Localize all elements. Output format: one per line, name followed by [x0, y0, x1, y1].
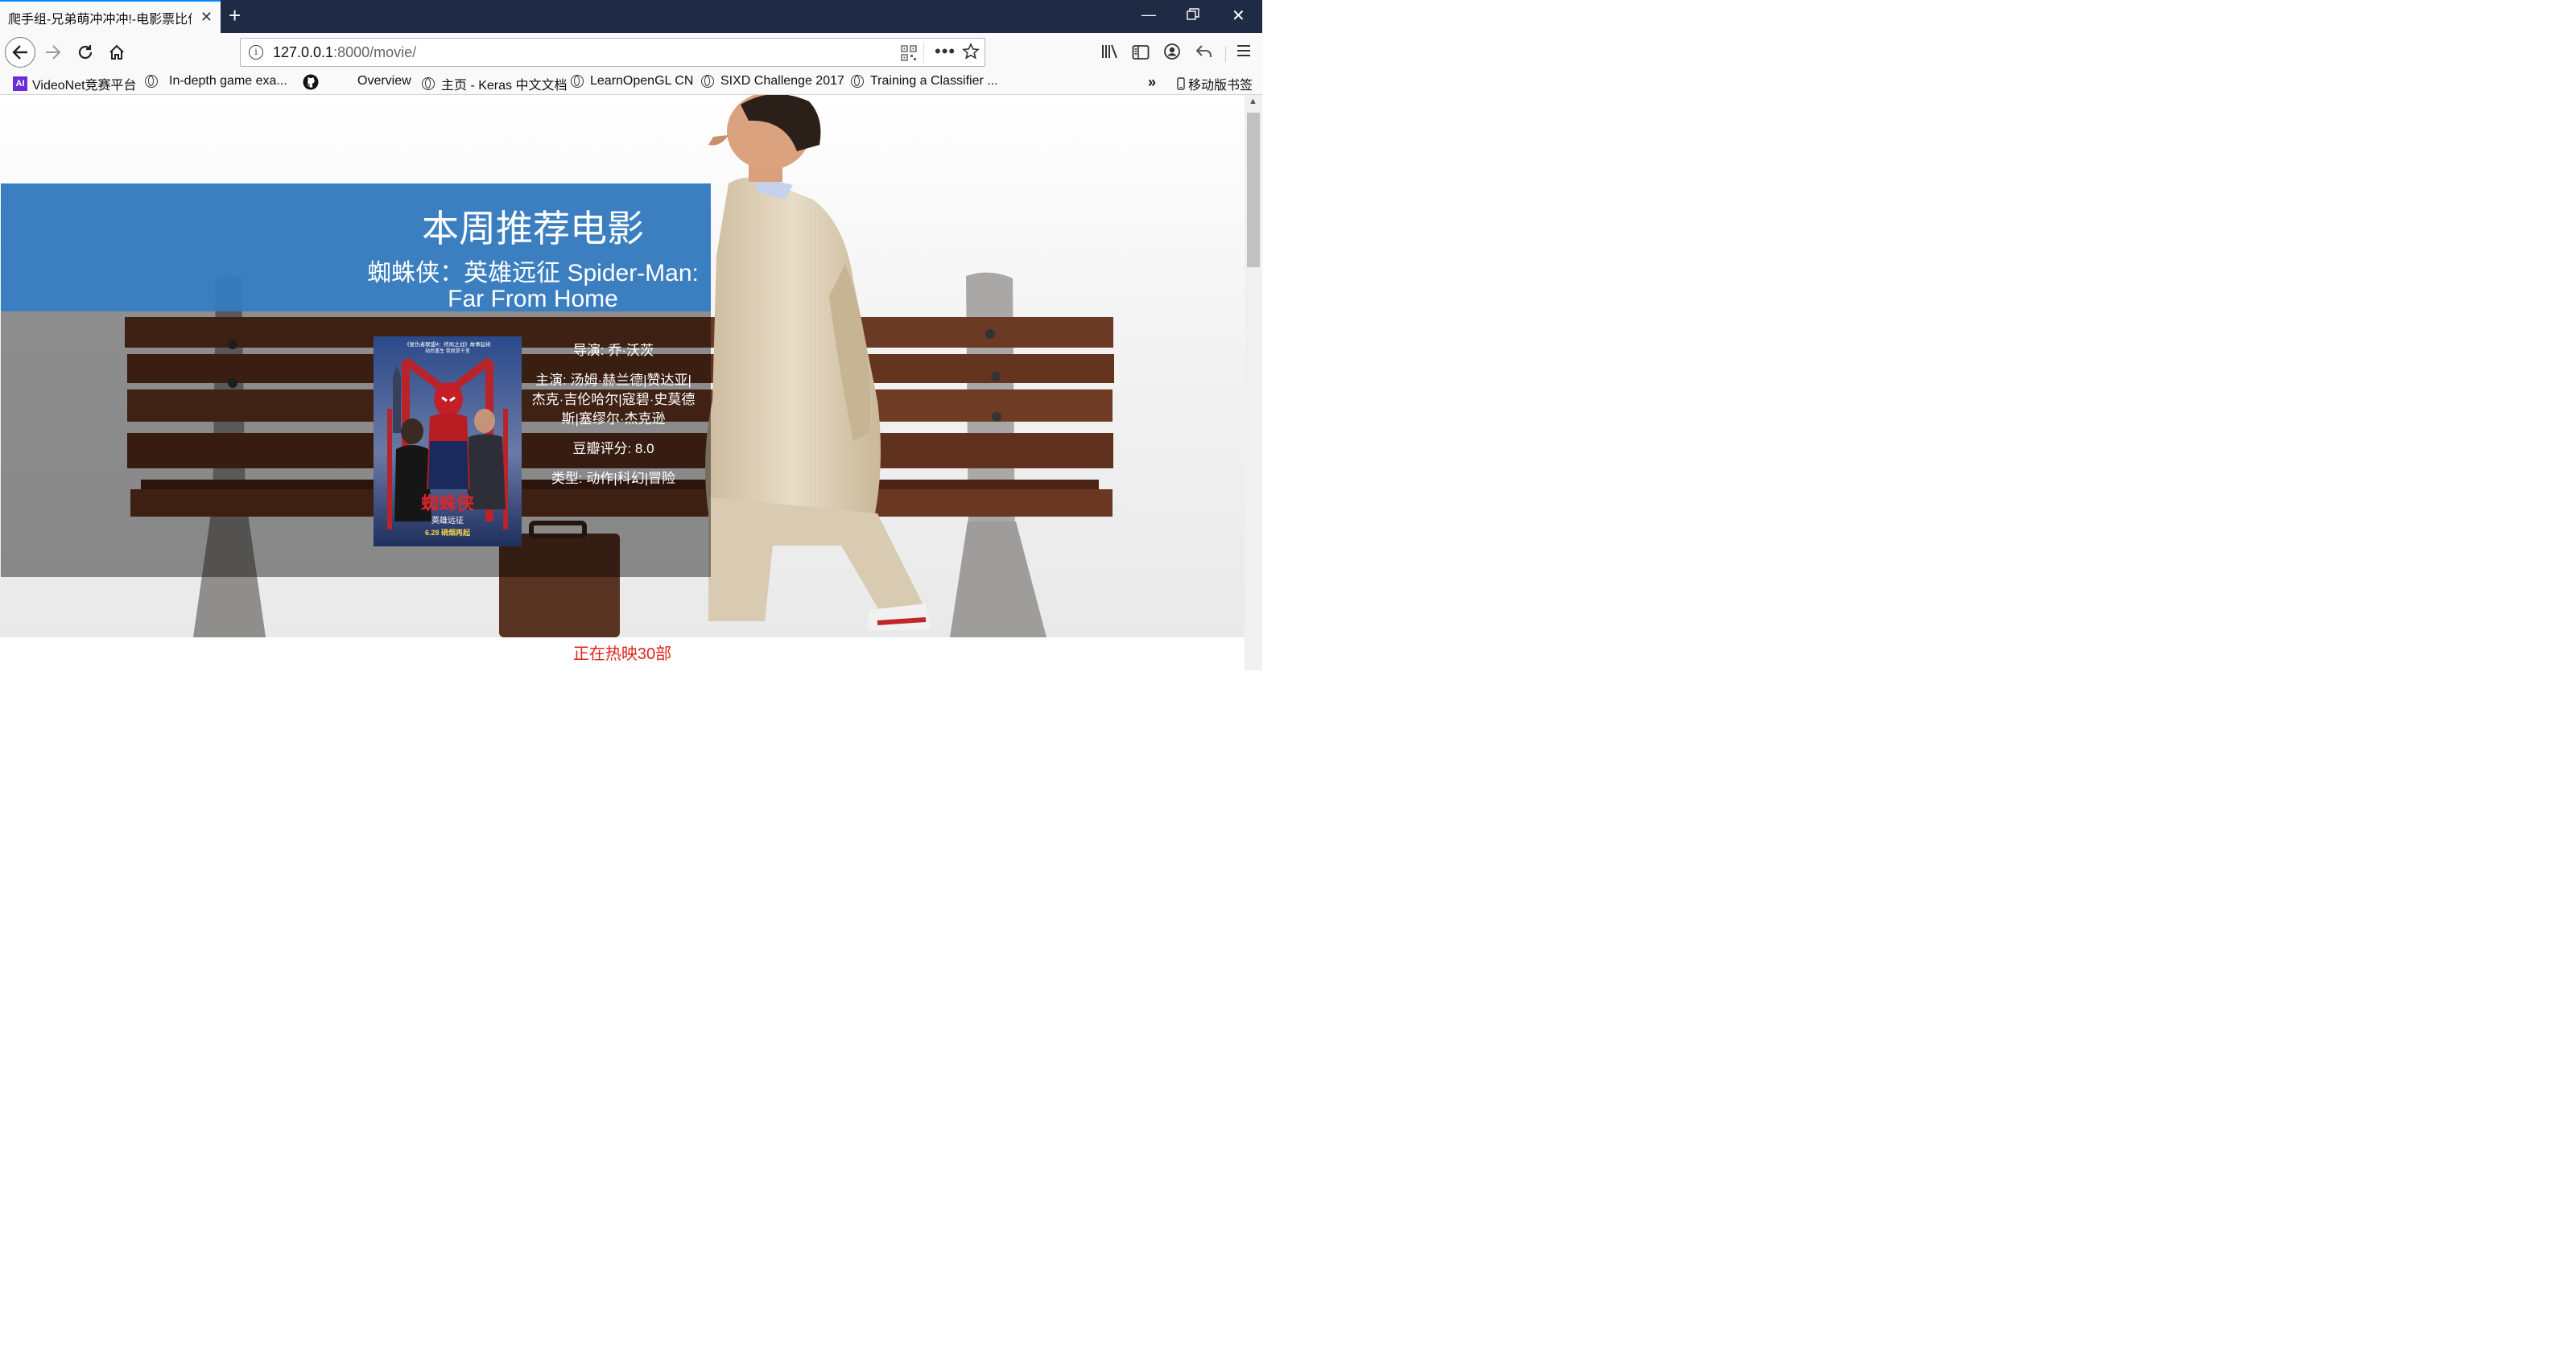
poster-sub-text: 劫后重生 我就是千里	[425, 348, 470, 354]
vertical-scrollbar[interactable]: ▲	[1245, 95, 1262, 670]
bookmarks-toolbar: AI VideoNet竞赛平台 In-depth game exa... Ove…	[0, 72, 1262, 95]
library-icon[interactable]	[1101, 43, 1119, 64]
url-host: 127.0.0.1	[273, 44, 334, 60]
reload-icon	[78, 45, 93, 60]
forward-button[interactable]	[42, 41, 64, 64]
restore-icon[interactable]	[1187, 8, 1199, 25]
globe-icon	[851, 75, 864, 88]
bookmark-label: In-depth game exa...	[169, 74, 287, 88]
back-arrow-icon	[12, 45, 27, 60]
mobile-phone-icon	[1177, 77, 1185, 90]
poster-top-text: 《复仇者联盟4：终局之战》故事延续	[404, 340, 491, 348]
bookmark-label: LearnOpenGL CN	[590, 74, 694, 88]
close-window-icon[interactable]: ✕	[1232, 6, 1245, 26]
globe-icon	[422, 77, 435, 90]
qr-code-icon[interactable]	[901, 45, 917, 65]
new-tab-icon[interactable]: +	[229, 3, 241, 28]
bookmark-label: 主页 - Keras 中文文档	[441, 79, 568, 93]
movie-info: 导演: 乔·沃茨 主演: 汤姆·赫兰德|赞达亚|杰克·吉伦哈尔|寇碧·史莫德斯|…	[531, 341, 696, 499]
ai-logo-icon: AI	[13, 76, 27, 91]
globe-icon	[145, 75, 158, 88]
bookmark-star-icon[interactable]	[962, 43, 980, 64]
github-icon	[303, 74, 319, 90]
tab-active[interactable]: 爬手组-兄弟萌冲冲冲!-电影票比价 ✕	[0, 0, 221, 33]
tab-title: 爬手组-兄弟萌冲冲冲!-电影票比价	[8, 12, 192, 27]
movie-title[interactable]: 蜘蛛侠：英雄远征 Spider-Man: Far From Home	[354, 261, 712, 312]
bookmark-learnopengl[interactable]: LearnOpenGL CN	[571, 74, 693, 89]
undo-icon[interactable]	[1195, 43, 1213, 64]
scroll-up-icon[interactable]: ▲	[1249, 97, 1257, 106]
bookmark-sixd[interactable]: SIXD Challenge 2017	[701, 74, 844, 89]
bookmark-classifier[interactable]: Training a Classifier ...	[851, 74, 998, 89]
navigation-toolbar: i 127.0.0.1:8000/movie/ •••	[0, 33, 1262, 72]
reload-button[interactable]	[74, 41, 97, 64]
bookmark-label: Training a Classifier ...	[870, 74, 998, 88]
bookmark-overview[interactable]: Overview	[357, 74, 411, 89]
bookmark-game-exam[interactable]: In-depth game exa...	[145, 74, 287, 89]
mobile-bookmarks-label: 移动版书签	[1188, 79, 1253, 93]
tab-strip: 爬手组-兄弟萌冲冲冲!-电影票比价 ✕ + — ✕	[0, 0, 1262, 33]
poster-date: 6.28 硝烟再起	[425, 528, 471, 537]
back-button[interactable]	[5, 37, 35, 68]
account-icon[interactable]	[1164, 43, 1180, 64]
address-bar[interactable]: i 127.0.0.1:8000/movie/ •••	[240, 38, 985, 67]
page-content: 本周推荐电影 蜘蛛侠：英雄远征 Spider-Man: Far From Hom…	[0, 95, 1245, 670]
page-actions-icon[interactable]: •••	[935, 41, 956, 62]
forward-arrow-icon	[46, 45, 61, 60]
globe-icon	[701, 75, 714, 88]
scrollbar-thumb[interactable]	[1247, 113, 1260, 267]
globe-icon	[571, 75, 584, 88]
poster-title: 蜘蛛侠	[421, 493, 475, 513]
movie-rating: 豆瓣评分: 8.0	[572, 441, 654, 456]
home-icon	[109, 44, 124, 60]
home-button[interactable]	[105, 41, 128, 64]
now-showing-heading[interactable]: 正在热映30部	[0, 641, 1245, 664]
bookmark-keras[interactable]: 主页 - Keras 中文文档	[422, 74, 567, 93]
mobile-bookmarks[interactable]: 移动版书签	[1177, 74, 1253, 93]
urlbar-divider	[923, 42, 924, 63]
bookmark-label: SIXD Challenge 2017	[720, 74, 844, 88]
bookmark-github[interactable]	[303, 74, 319, 90]
toolbar-divider	[1225, 46, 1226, 62]
minimize-icon[interactable]: —	[1141, 6, 1156, 23]
movie-genre: 类型: 动作|科幻|冒险	[551, 471, 676, 486]
sidebar-icon[interactable]	[1132, 44, 1150, 64]
url-text[interactable]: 127.0.0.1:8000/movie/	[273, 44, 416, 61]
movie-cast: 主演: 汤姆·赫兰德|赞达亚|杰克·吉伦哈尔|寇碧·史莫德斯|塞缪尔·杰克逊	[531, 373, 696, 426]
site-info-icon[interactable]: i	[249, 45, 263, 60]
menu-icon[interactable]	[1236, 43, 1251, 62]
bookmark-label: VideoNet竞赛平台	[32, 79, 137, 93]
movie-director: 导演: 乔·沃茨	[572, 343, 654, 358]
bookmark-videonet[interactable]: AI VideoNet竞赛平台	[13, 74, 137, 93]
movie-poster[interactable]: 《复仇者联盟4：终局之战》故事延续 劫后重生 我就是千里 蜘蛛侠 英雄远征 6.…	[374, 336, 522, 546]
poster-subtitle: 英雄远征	[431, 515, 464, 525]
section-heading: 本周推荐电影	[422, 208, 644, 249]
bookmark-label: Overview	[357, 74, 411, 88]
url-path: :8000/movie/	[333, 44, 417, 60]
more-bookmarks-icon[interactable]: »	[1148, 74, 1156, 91]
close-tab-icon[interactable]: ✕	[200, 9, 213, 26]
